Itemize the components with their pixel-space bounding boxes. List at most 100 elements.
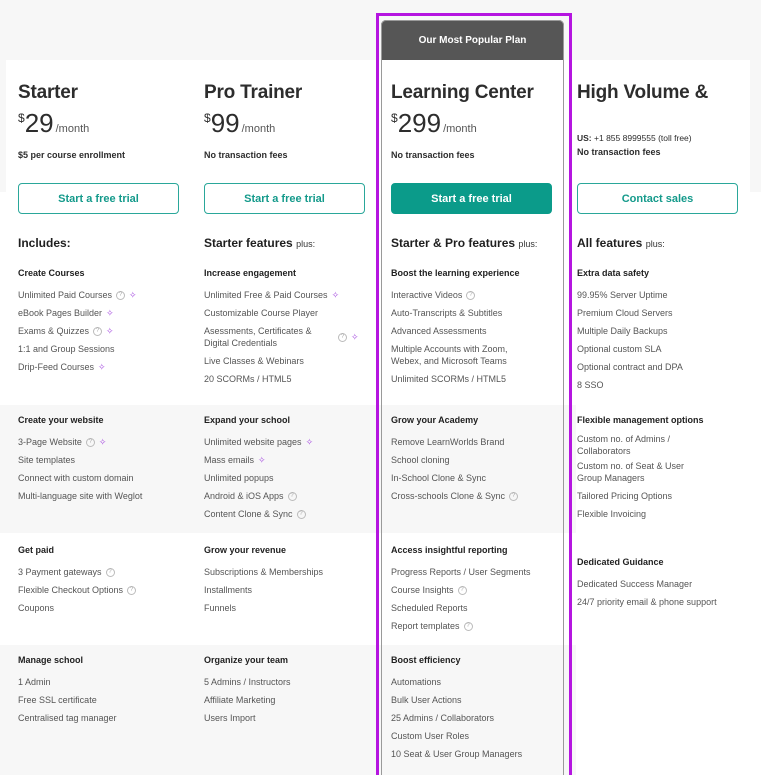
feature-label: 24/7 priority email & phone support <box>577 597 717 607</box>
help-icon[interactable]: ? <box>116 290 126 300</box>
plan-price: $299/month <box>391 108 477 139</box>
feature-item: 5 Admins / Instructors <box>204 673 291 691</box>
feature-label: Multiple Accounts with Zoom, Webex, and … <box>391 344 508 366</box>
feature-item: Coupons <box>18 599 136 617</box>
price-period: /month <box>55 123 90 135</box>
feature-item: Drip-Feed Courses ✧ <box>18 358 137 376</box>
feature-item: Custom no. of Seat & User Group Managers <box>577 460 707 484</box>
section-title: Flexible management options <box>577 415 704 425</box>
feature-item: Connect with custom domain <box>18 469 142 487</box>
ai-sparkle-icon: ✧ <box>106 326 114 336</box>
ai-sparkle-icon: ✧ <box>258 455 266 465</box>
feature-section-flexible-management-options: Flexible management options Custom no. of… <box>577 415 707 523</box>
help-icon[interactable]: ? <box>466 290 476 300</box>
section-title: Expand your school <box>204 415 291 425</box>
plan-column-pro-trainer: Pro Trainer $99/month No transaction fees S… <box>192 0 378 775</box>
feature-label: Funnels <box>204 603 237 613</box>
plan-name: Pro Trainer <box>204 82 303 103</box>
phone-number[interactable]: +1 855 8999555 (toll free) <box>594 133 692 143</box>
feature-item: 25 Admins / Collaborators <box>391 709 522 727</box>
feature-item: Live Classes & Webinars <box>204 352 359 370</box>
feature-item: Course Insights? <box>391 581 531 599</box>
help-icon[interactable]: ? <box>105 567 115 577</box>
feature-label: Connect with custom domain <box>18 473 134 483</box>
feature-item: Premium Cloud Servers <box>577 304 683 322</box>
price-currency: $ <box>18 111 25 125</box>
section-title: Increase engagement <box>204 268 297 278</box>
feature-item: Custom User Roles <box>391 727 522 745</box>
feature-item: 8 SSO <box>577 376 683 394</box>
feature-label: 5 Admins / Instructors <box>204 677 291 687</box>
feature-label: 99.95% Server Uptime <box>577 290 668 300</box>
feature-section-grow-your-academy: Grow your Academy Remove LearnWorlds Bran… <box>391 415 519 505</box>
help-icon[interactable]: ? <box>509 491 519 501</box>
help-icon[interactable]: ? <box>85 437 95 447</box>
ai-sparkle-icon: ✧ <box>331 290 340 300</box>
feature-item: Asessments, Certificates & Digital Crede… <box>204 325 359 349</box>
section-title: Create your website <box>18 415 104 425</box>
feature-label: Cross-schools Clone & Sync <box>391 491 506 501</box>
feature-item: School cloning <box>391 451 518 469</box>
start-free-trial-button[interactable]: Start a free trial <box>204 183 365 214</box>
price-period: /month <box>241 123 276 135</box>
feature-item: Unlimited Free & Paid Courses ✧ <box>204 286 359 304</box>
feature-label: Subscriptions & Memberships <box>204 567 324 577</box>
price-currency: $ <box>204 111 211 125</box>
feature-section-boost-the-learning-experience: Boost the learning experience Interactive… <box>391 268 521 388</box>
feature-label: Flexible Checkout Options <box>18 585 124 595</box>
sales-phone: US: +1 855 8999555 (toll free) <box>577 133 692 143</box>
help-icon[interactable]: ? <box>463 621 473 631</box>
feature-label: Mass emails <box>204 455 255 465</box>
feature-label: Site templates <box>18 455 76 465</box>
feature-label: Premium Cloud Servers <box>577 308 673 318</box>
plan-fee-note: No transaction fees <box>577 147 661 157</box>
feature-label: Free SSL certificate <box>18 695 97 705</box>
feature-item: Scheduled Reports <box>391 599 531 617</box>
help-icon[interactable]: ? <box>338 332 347 342</box>
feature-label: Auto-Transcripts & Subtitles <box>391 308 503 318</box>
feature-label: 1:1 and Group Sessions <box>18 344 115 354</box>
feature-label: 10 Seat & User Group Managers <box>391 749 523 759</box>
feature-label: Users Import <box>204 713 256 723</box>
feature-item: Content Clone & Sync? <box>204 505 313 523</box>
start-free-trial-button[interactable]: Start a free trial <box>18 183 179 214</box>
contact-sales-button[interactable]: Contact sales <box>577 183 738 214</box>
feature-item: Unlimited SCORMs / HTML5 <box>391 370 521 388</box>
feature-item: Remove LearnWorlds Brand <box>391 433 518 451</box>
includes-title: Starter features <box>204 236 293 250</box>
feature-item: Progress Reports / User Segments <box>391 563 531 581</box>
feature-item: 24/7 priority email & phone support <box>577 593 717 611</box>
feature-item: Flexible Invoicing <box>577 505 707 523</box>
includes-suffix: plus: <box>518 239 538 249</box>
feature-item: Custom no. of Admins / Collaborators <box>577 433 707 457</box>
feature-label: Unlimited SCORMs / HTML5 <box>391 374 507 384</box>
help-icon[interactable]: ? <box>457 585 467 595</box>
price-amount: 99 <box>210 108 240 138</box>
feature-label: Flexible Invoicing <box>577 509 647 519</box>
plan-column-starter: Starter $29/month $5 per course enrollment… <box>6 0 192 775</box>
help-icon[interactable]: ? <box>93 326 103 336</box>
feature-section-get-paid: Get paid 3 Payment gateways? Flexible Chec… <box>18 545 137 617</box>
price-amount: 299 <box>397 108 442 138</box>
help-icon[interactable]: ? <box>296 509 306 519</box>
section-title: Access insightful reporting <box>391 545 508 555</box>
feature-label: 8 SSO <box>577 380 604 390</box>
feature-label: Optional contract and DPA <box>577 362 683 372</box>
feature-label: Interactive Videos <box>391 290 463 300</box>
price-period: /month <box>443 123 477 135</box>
plan-fee-note: $5 per course enrollment <box>18 150 126 160</box>
help-icon[interactable]: ? <box>287 491 297 501</box>
includes-suffix: plus: <box>645 239 665 249</box>
feature-label: Coupons <box>18 603 55 613</box>
feature-item: Report templates? <box>391 617 531 635</box>
feature-item: In-School Clone & Sync <box>391 469 518 487</box>
feature-item: Unlimited popups <box>204 469 313 487</box>
section-title: Dedicated Guidance <box>577 557 664 567</box>
start-free-trial-button[interactable]: Start a free trial <box>391 183 552 214</box>
feature-section-grow-your-revenue: Grow your revenue Subscriptions & Members… <box>204 545 323 617</box>
feature-label: Asessments, Certificates & Digital Crede… <box>204 326 312 348</box>
feature-label: Content Clone & Sync <box>204 509 293 519</box>
section-title: Create Courses <box>18 268 85 278</box>
help-icon[interactable]: ? <box>127 585 137 595</box>
feature-label: Android & iOS Apps <box>204 491 284 501</box>
